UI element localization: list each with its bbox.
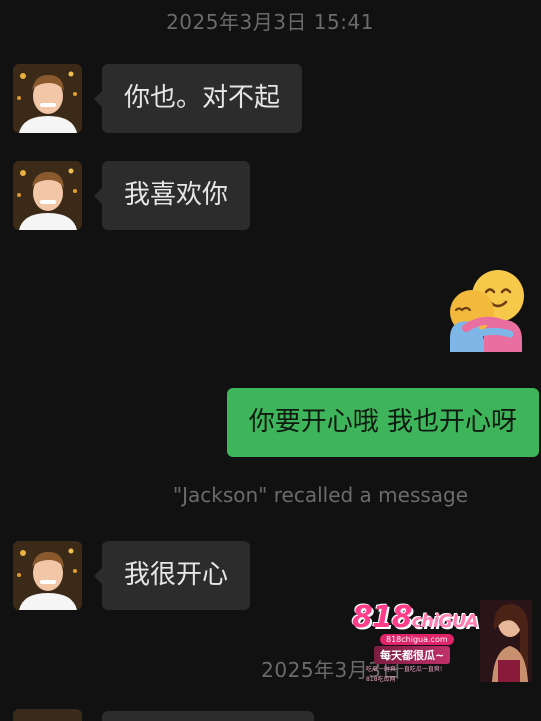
- contact-avatar[interactable]: [13, 64, 82, 133]
- incoming-message[interactable]: 你也。对不起: [93, 64, 303, 133]
- recall-notice: "Jackson" recalled a message: [172, 483, 469, 507]
- incoming-message[interactable]: [102, 711, 314, 721]
- watermark-site: 818chigua.com: [380, 634, 454, 645]
- watermark-ad: 818chiGUA 818chigua.com 每天都很瓜~ 吃瓜一时爽 一直吃…: [346, 598, 536, 684]
- contact-avatar[interactable]: [13, 709, 82, 721]
- watermark-tagline: 吃瓜一时爽 一直吃瓜一直爽!: [366, 666, 443, 673]
- contact-avatar[interactable]: [13, 541, 82, 610]
- hug-emoji-icon[interactable]: [444, 266, 526, 352]
- model-photo-icon: [480, 600, 532, 682]
- watermark-slogan: 每天都很瓜~: [374, 646, 451, 664]
- incoming-message[interactable]: 我喜欢你: [93, 161, 251, 230]
- chat-screen: 2025年3月3日 15:41 你也。对不起 我喜欢你 你要开心哦 我也开心呀 …: [0, 0, 541, 721]
- contact-avatar[interactable]: [13, 161, 82, 230]
- timestamp: 2025年3月3日 15:41: [166, 10, 374, 34]
- outgoing-message[interactable]: 你要开心哦 我也开心呀: [226, 388, 539, 457]
- watermark-tagline: 818吃瓜网: [366, 676, 396, 683]
- incoming-message[interactable]: 我很开心: [93, 541, 251, 610]
- watermark-logo: 818chiGUA: [352, 600, 479, 635]
